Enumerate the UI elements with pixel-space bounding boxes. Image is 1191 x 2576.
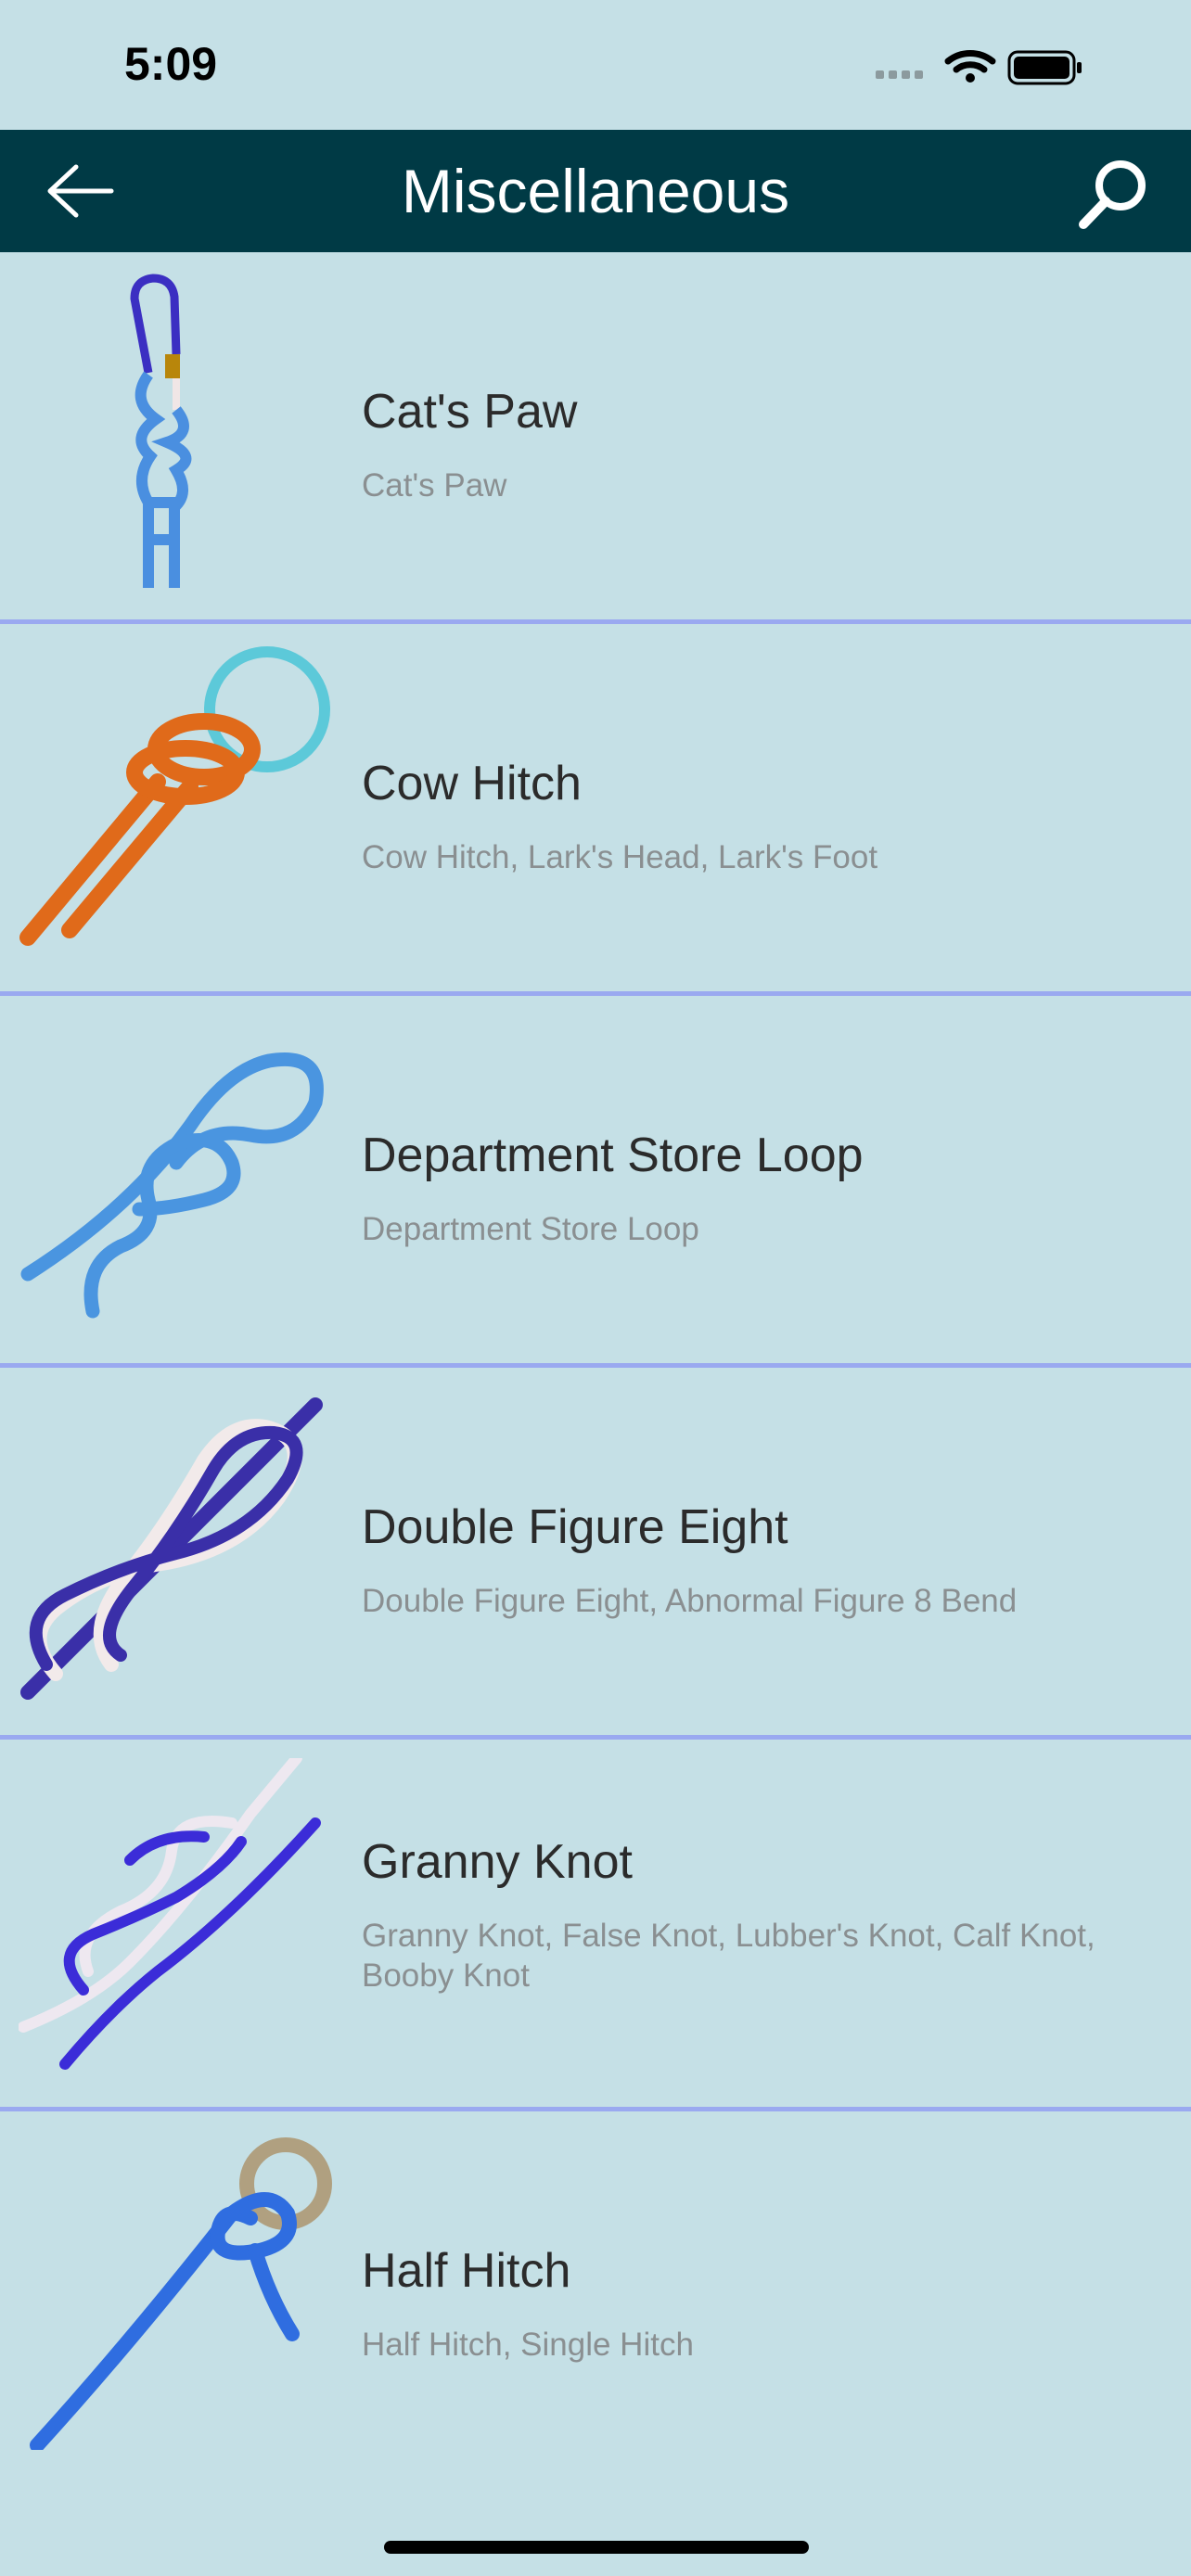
status-bar: 5:09 — [0, 0, 1191, 130]
knot-aliases: Double Figure Eight, Abnormal Figure 8 B… — [362, 1583, 1018, 1619]
knot-title: Half Hitch — [362, 2244, 571, 2298]
search-button[interactable] — [1076, 158, 1150, 232]
knot-aliases: Cow Hitch, Lark's Head, Lark's Foot — [362, 839, 878, 875]
knot-aliases: Department Store Loop — [362, 1211, 699, 1247]
list-item[interactable]: Double Figure Eight Double Figure Eight,… — [0, 1368, 1191, 1740]
figure-eight-knot-icon — [19, 1386, 339, 1706]
knot-title: Cat's Paw — [362, 385, 578, 439]
loop-knot-icon — [19, 1014, 339, 1334]
search-icon — [1079, 160, 1146, 229]
knot-title: Cow Hitch — [362, 757, 582, 810]
knot-list: Cat's Paw Cat's Paw Cow Hitch Cow Hitch,… — [0, 252, 1191, 2483]
granny-knot-icon — [18, 1753, 339, 2078]
list-item[interactable]: Cow Hitch Cow Hitch, Lark's Head, Lark's… — [0, 624, 1191, 996]
knot-aliases: Granny Knot, False Knot, Lubber's Knot, … — [362, 1918, 1095, 1994]
ring-knot-icon — [19, 643, 339, 963]
knot-title: Granny Knot — [362, 1835, 633, 1889]
status-icons — [876, 46, 1117, 87]
knot-aliases: Cat's Paw — [362, 467, 507, 504]
home-indicator[interactable] — [384, 2541, 809, 2554]
list-item[interactable]: Half Hitch Half Hitch, Single Hitch — [0, 2111, 1191, 2483]
nav-bar: Miscellaneous — [0, 130, 1191, 252]
knot-aliases: Half Hitch, Single Hitch — [362, 2327, 694, 2363]
page-title: Miscellaneous — [401, 157, 790, 225]
carabiner-knot-icon — [19, 271, 339, 591]
list-item[interactable]: Granny Knot Granny Knot, False Knot, Lub… — [0, 1740, 1191, 2111]
list-item[interactable]: Department Store Loop Department Store L… — [0, 996, 1191, 1368]
list-item[interactable]: Cat's Paw Cat's Paw — [0, 252, 1191, 624]
wifi-icon — [944, 50, 996, 83]
signal-icon — [876, 70, 923, 79]
half-hitch-knot-icon — [19, 2130, 339, 2453]
knot-title: Double Figure Eight — [362, 1500, 788, 1554]
knot-title: Department Store Loop — [362, 1129, 864, 1182]
status-time: 5:09 — [124, 38, 218, 90]
battery-icon — [1007, 50, 1082, 85]
